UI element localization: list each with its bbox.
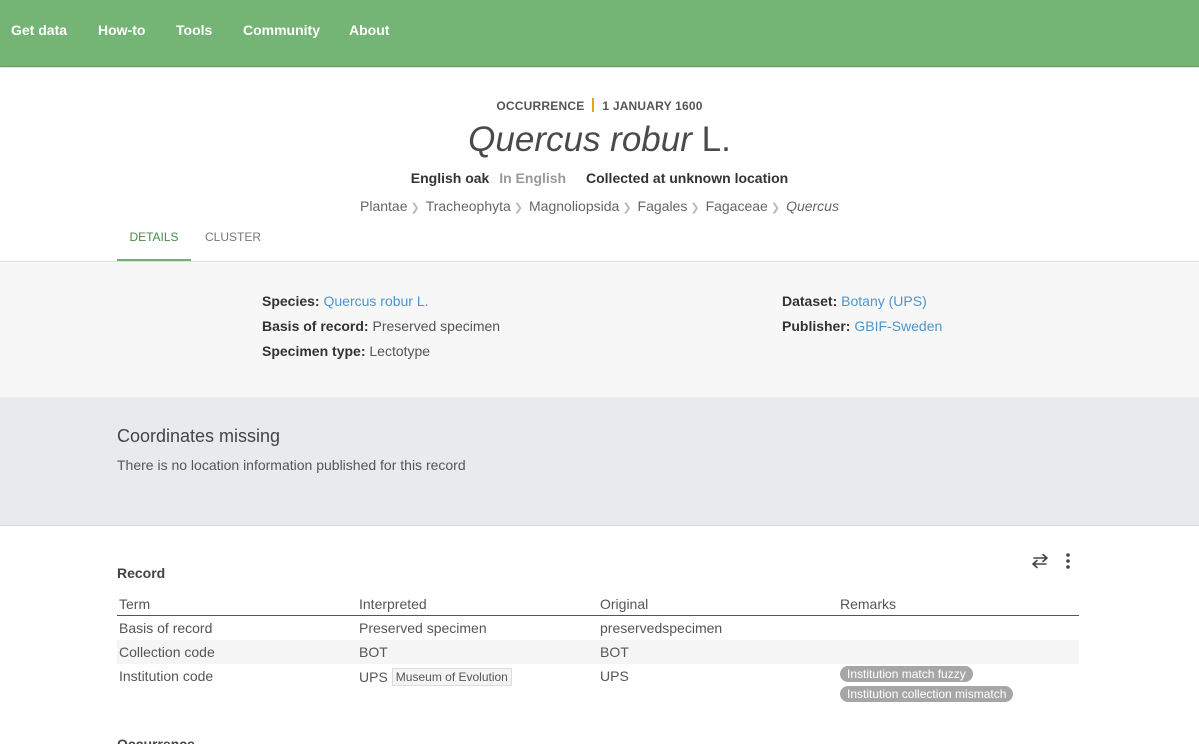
top-navbar: Get data How-to Tools Community About (0, 0, 1199, 67)
location-status: Collected at unknown location (586, 170, 789, 186)
scientific-name: Quercus robur (468, 120, 692, 159)
breadcrumb-order[interactable]: Fagales (638, 198, 688, 214)
basis-value: Preserved specimen (372, 318, 501, 334)
coordinates-missing-title: Coordinates missing (117, 426, 281, 446)
tab-details[interactable]: DETAILS (117, 223, 191, 261)
summary-panel: Species: Quercus robur L. Basis of recor… (0, 263, 1199, 397)
publisher-label: Publisher: (782, 318, 851, 334)
occurrence-section-title: Occurrence (117, 736, 195, 744)
kicker-separator (592, 98, 595, 112)
vernacular-name: English oak (410, 170, 490, 186)
breadcrumb-family[interactable]: Fagaceae (706, 198, 768, 214)
chevron-right-icon: ❯ (690, 202, 700, 214)
cell-term: Collection code (119, 644, 215, 660)
species-link[interactable]: Quercus robur L. (323, 293, 428, 309)
interpreted-value: UPS (359, 669, 388, 685)
cell-original: UPS (600, 668, 629, 684)
table-row: Basis of record Preserved specimen prese… (117, 616, 1079, 640)
nav-community[interactable]: Community (243, 22, 320, 38)
remark-badge[interactable]: Institution match fuzzy (840, 666, 973, 682)
kicker-type: OCCURRENCE (496, 99, 585, 113)
nav-get-data[interactable]: Get data (11, 22, 67, 38)
specimen-type-value: Lectotype (369, 343, 431, 359)
record-section: Record Term Interpreted Original Remarks… (0, 526, 1199, 744)
nav-how-to[interactable]: How-to (98, 22, 145, 38)
species-label: Species: (262, 293, 320, 309)
cell-original: BOT (600, 644, 629, 660)
subtitle: English oak In English Collected at unkn… (0, 170, 1199, 186)
specimen-type-label: Specimen type: (262, 343, 366, 359)
nav-tools[interactable]: Tools (176, 22, 212, 38)
chevron-right-icon: ❯ (410, 202, 420, 214)
header-original: Original (600, 596, 649, 612)
breadcrumb-kingdom[interactable]: Plantae (360, 198, 407, 214)
breadcrumb-phylum[interactable]: Tracheophyta (426, 198, 511, 214)
taxonomy-breadcrumb: Plantae ❯ Tracheophyta ❯ Magnoliopsida ❯ Fagal… (0, 198, 1199, 214)
specimen-type-line: Specimen type: Lectotype (262, 343, 430, 359)
header-interpreted: Interpreted (359, 596, 427, 612)
header-term: Term (119, 596, 151, 612)
basis-label: Basis of record: (262, 318, 369, 334)
cell-term: Basis of record (119, 620, 213, 636)
cell-interpreted: Preserved specimen (359, 620, 487, 636)
cell-original: preservedspecimen (600, 620, 723, 636)
tab-cluster[interactable]: CLUSTER (199, 223, 267, 261)
author-name: L. (701, 120, 731, 159)
occurrence-kicker: OCCURRENCE 1 JANUARY 1600 (0, 98, 1199, 113)
header-remarks: Remarks (840, 596, 897, 612)
swap-icon[interactable] (1029, 551, 1051, 571)
chevron-right-icon: ❯ (622, 202, 632, 214)
nav-about[interactable]: About (349, 22, 389, 38)
occurrence-header: OCCURRENCE 1 JANUARY 1600 Quercus robur L… (0, 68, 1199, 262)
page-title: Quercus robur L. (0, 120, 1199, 160)
dataset-label: Dataset: (782, 293, 838, 309)
dataset-line: Dataset: Botany (UPS) (782, 293, 927, 309)
breadcrumb-genus[interactable]: Quercus (786, 198, 839, 214)
cell-interpreted: UPS Museum of Evolution (359, 668, 512, 686)
coordinates-missing-panel: Coordinates missing There is no location… (0, 397, 1199, 526)
basis-line: Basis of record: Preserved specimen (262, 318, 500, 334)
species-line: Species: Quercus robur L. (262, 293, 429, 309)
institution-tag[interactable]: Museum of Evolution (391, 668, 512, 686)
table-row: Institution code UPS Museum of Evolution … (117, 664, 1079, 712)
cell-term: Institution code (119, 668, 214, 684)
record-title: Record (117, 565, 166, 581)
chevron-right-icon: ❯ (513, 202, 524, 214)
remark-badge[interactable]: Institution collection mismatch (840, 686, 1014, 702)
table-header-row: Term Interpreted Original Remarks (117, 592, 1079, 616)
vernacular-language: In English (499, 170, 567, 186)
coordinates-missing-text: There is no location information publish… (117, 457, 466, 473)
dataset-link[interactable]: Botany (UPS) (841, 293, 927, 309)
publisher-link[interactable]: GBIF-Sweden (854, 318, 942, 334)
cell-interpreted: BOT (359, 644, 388, 660)
more-vertical-icon[interactable] (1057, 551, 1079, 571)
breadcrumb-class[interactable]: Magnoliopsida (529, 198, 619, 214)
table-row: Collection code BOT BOT (117, 640, 1079, 664)
chevron-right-icon: ❯ (770, 202, 781, 214)
kicker-date: 1 JANUARY 1600 (602, 99, 703, 113)
publisher-line: Publisher: GBIF-Sweden (782, 318, 942, 334)
record-table: Term Interpreted Original Remarks Basis … (117, 592, 1079, 712)
